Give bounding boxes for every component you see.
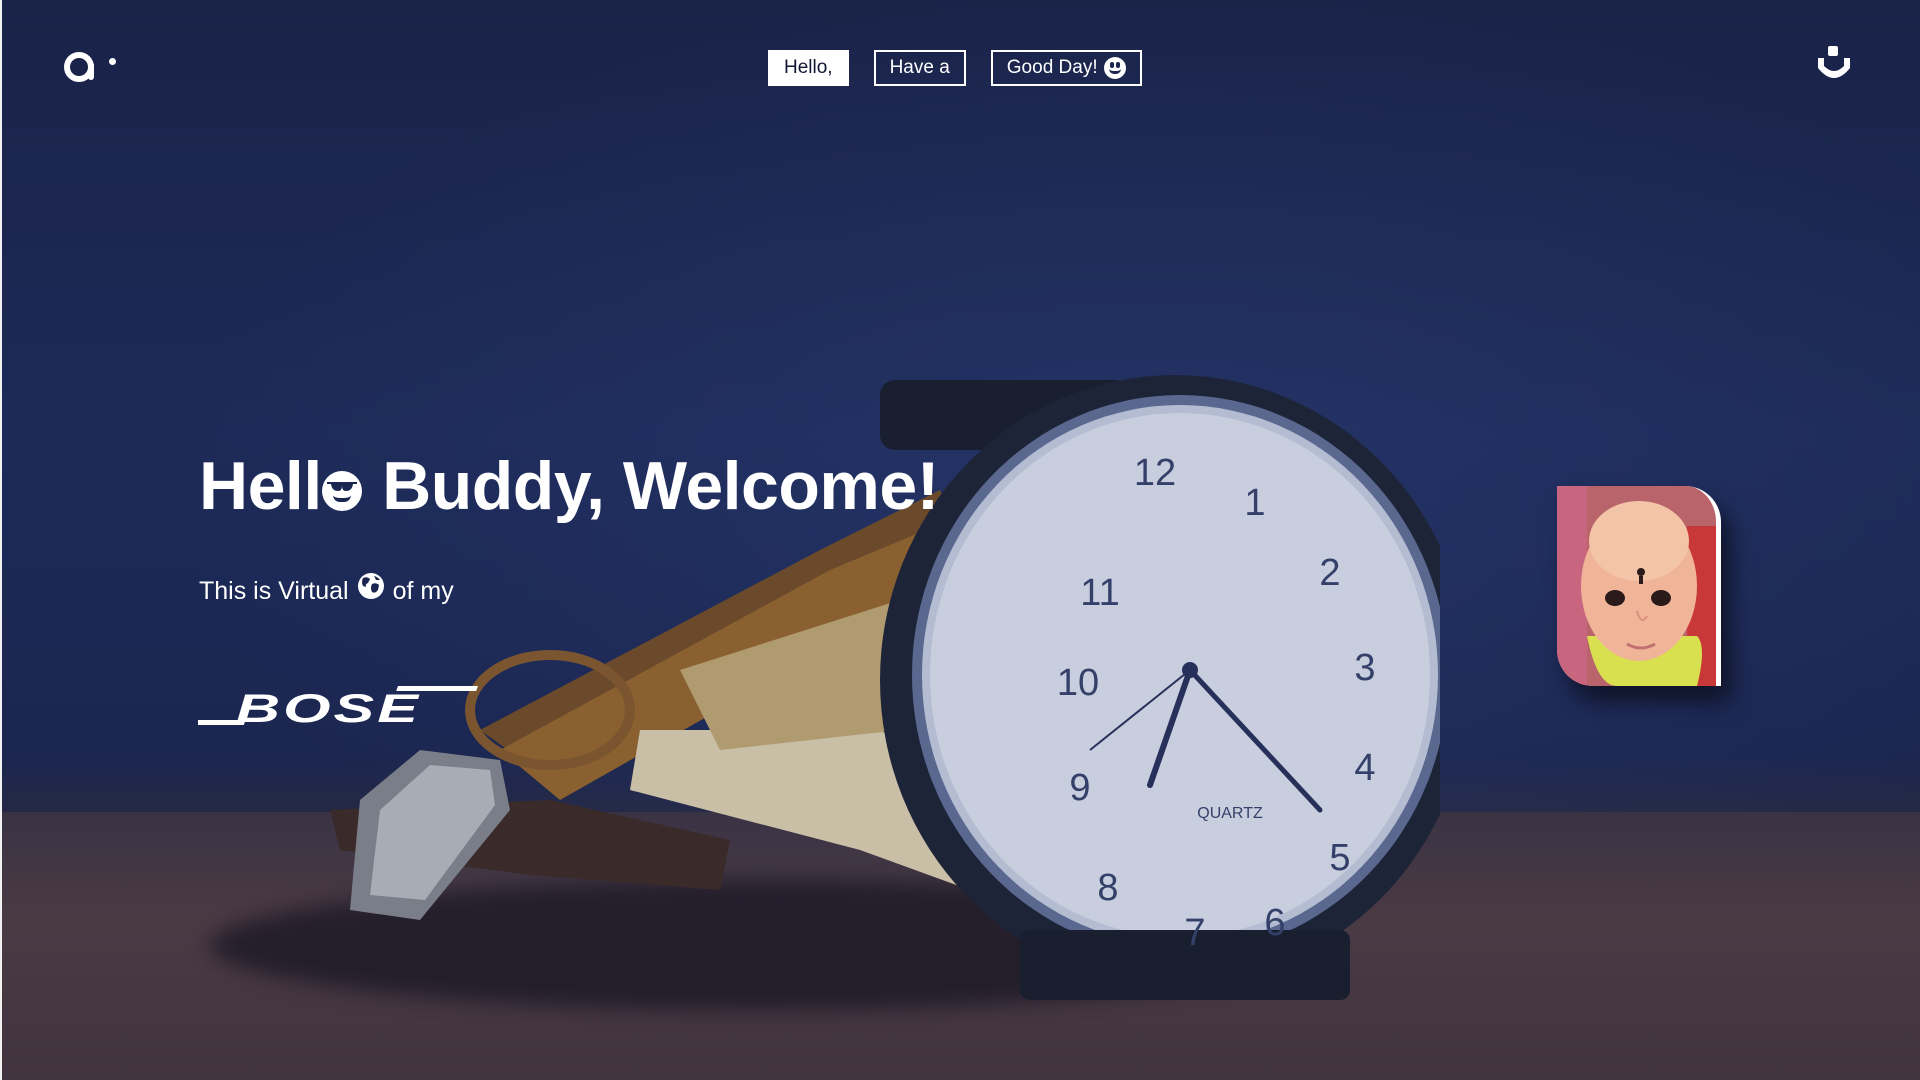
svg-text:5: 5 [1329,837,1350,879]
avatar[interactable] [1557,486,1721,686]
globe-icon [357,572,384,599]
svg-text:2: 2 [1319,552,1340,594]
nav-button-label: Have a [889,57,950,78]
svg-text:6: 6 [1264,902,1285,944]
hero-title-part1: Hell [199,448,322,524]
hero-title-part2: Buddy, Welcome! [363,448,939,524]
page: 12 1 2 3 4 5 6 7 8 9 10 11 QUARTZ Hello, [0,0,1920,1080]
top-nav: Hello, Have a Good Day! [768,50,1142,86]
subtitle-part2: of my [392,577,454,605]
svg-text:9: 9 [1069,767,1090,809]
brand-a-icon[interactable] [64,48,120,82]
nav-button-label: Good Day! [1006,57,1098,78]
smile-u-icon[interactable] [1814,46,1854,84]
svg-text:11: 11 [1080,572,1119,614]
left-edge-line [0,0,2,1080]
smiley-icon [1103,57,1126,79]
svg-text:7: 7 [1184,912,1205,954]
svg-text:8: 8 [1097,867,1118,909]
sunglasses-face-icon [321,471,362,511]
svg-text:1: 1 [1244,482,1265,524]
hero-title: Hell Buddy, Welcome! [199,445,939,527]
nav-button-good-day[interactable]: Good Day! [990,50,1142,86]
svg-text:12: 12 [1134,452,1176,494]
svg-text:10: 10 [1057,662,1099,704]
svg-text:3: 3 [1354,647,1375,689]
svg-text:4: 4 [1354,747,1375,789]
bose-logo: BOSE [198,686,478,726]
svg-text:QUARTZ: QUARTZ [1197,805,1263,822]
nav-button-hello[interactable]: Hello, [768,50,849,86]
nav-button-label: Hello, [784,57,833,78]
subtitle-part1: This is Virtual [199,577,349,605]
svg-text:BOSE: BOSE [236,687,421,726]
hero-subtitle: This is Virtual of my [199,572,454,606]
nav-button-have-a[interactable]: Have a [873,50,966,86]
